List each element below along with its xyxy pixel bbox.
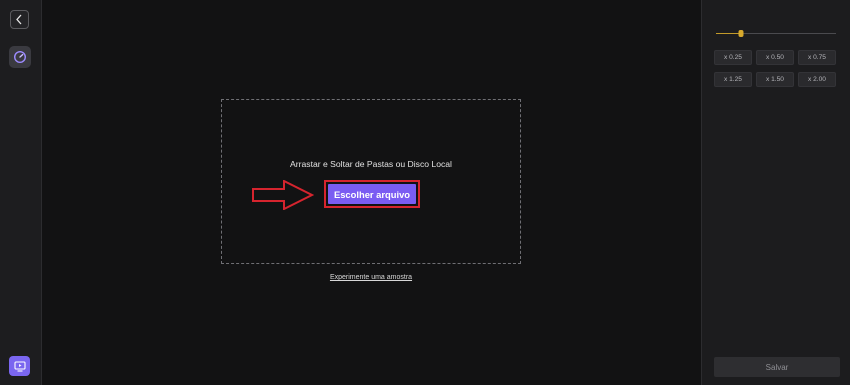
speed-slider-fill <box>716 33 742 34</box>
speedometer-icon <box>13 50 27 64</box>
choose-file-button[interactable]: Escolher arquivo <box>328 184 416 204</box>
back-button[interactable] <box>10 10 29 29</box>
speed-option[interactable]: x 0.50 <box>756 50 794 65</box>
choose-file-highlight: Escolher arquivo <box>324 180 420 208</box>
speed-options: x 0.25 x 0.50 x 0.75 x 1.25 x 1.50 x 2.0… <box>714 50 840 87</box>
try-sample-link[interactable]: Experimente uma amostra <box>221 274 521 281</box>
file-drop-zone[interactable]: Arrastar e Soltar de Pastas ou Disco Loc… <box>221 99 521 264</box>
speed-panel: x 0.25 x 0.50 x 0.75 x 1.25 x 1.50 x 2.0… <box>701 0 850 385</box>
speed-option[interactable]: x 1.25 <box>714 72 752 87</box>
speed-option[interactable]: x 0.25 <box>714 50 752 65</box>
speed-option[interactable]: x 0.75 <box>798 50 836 65</box>
left-toolbar <box>0 0 42 385</box>
chevron-left-icon <box>16 14 22 25</box>
media-button[interactable] <box>9 356 30 376</box>
save-button[interactable]: Salvar <box>714 357 840 377</box>
media-screen-icon <box>13 360 26 372</box>
drop-instruction: Arrastar e Soltar de Pastas ou Disco Loc… <box>290 159 452 169</box>
speed-slider[interactable] <box>716 30 836 37</box>
speed-option[interactable]: x 1.50 <box>756 72 794 87</box>
speed-tool-button[interactable] <box>9 46 31 68</box>
speed-slider-handle[interactable] <box>738 30 744 37</box>
speed-option[interactable]: x 2.00 <box>798 72 836 87</box>
